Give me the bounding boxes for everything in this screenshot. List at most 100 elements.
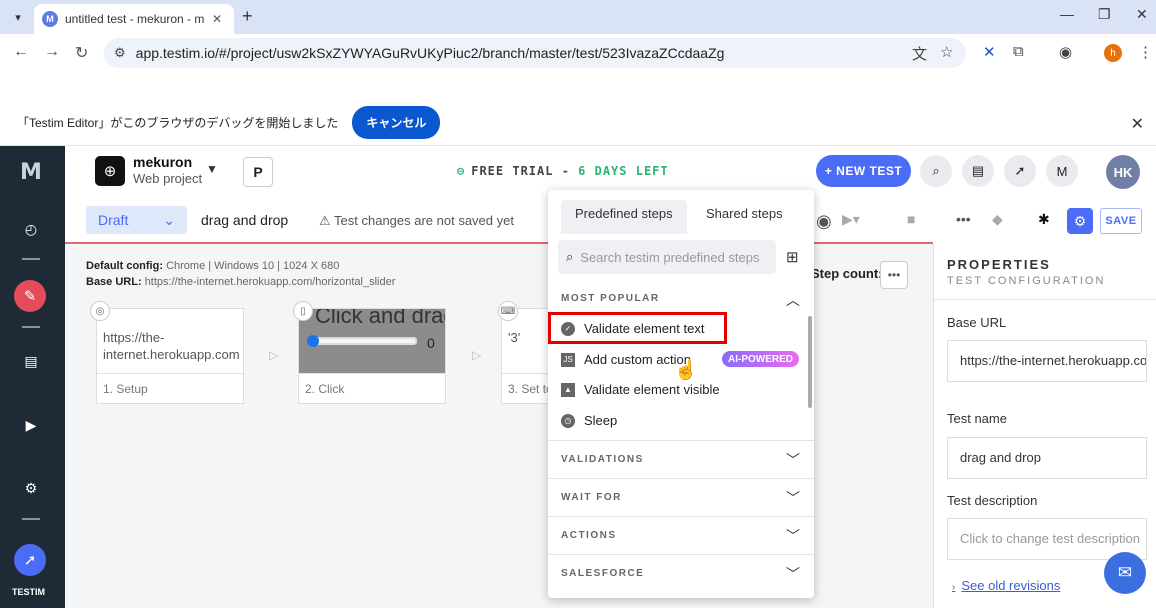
bookmark-star-icon[interactable]: ☆ xyxy=(940,43,953,61)
reload-icon[interactable]: ↻ xyxy=(75,43,88,63)
popup-tabs: Predefined steps Shared steps xyxy=(548,190,814,234)
debug-banner-text: 「Testim Editor」がこのブラウザのデバッグを開始しました xyxy=(17,116,339,130)
section-salesforce[interactable]: SALESFORCE xyxy=(561,568,644,579)
section-wait-for[interactable]: WAIT FOR xyxy=(561,492,622,503)
settings-folder-icon[interactable]: ⚙ xyxy=(22,479,40,497)
default-config-value[interactable]: Chrome | Windows 10 | 1024 X 680 xyxy=(166,260,339,272)
browser-tab-bar: ▾ M untitled test - mekuron - mekuron ✕ … xyxy=(0,0,1156,34)
debug-cancel-button[interactable]: キャンセル xyxy=(352,106,441,139)
step-card-click[interactable]: Click and drag th 0 2. Click xyxy=(298,308,446,404)
editor-icon[interactable]: ✎ xyxy=(14,280,46,312)
chevron-down-icon[interactable]: ﹀ xyxy=(786,488,800,508)
new-test-button[interactable]: + NEW TEST xyxy=(816,155,911,187)
extension-x-icon[interactable]: ✕ xyxy=(983,43,996,61)
chevron-down-icon[interactable]: ﹀ xyxy=(786,450,800,470)
save-button[interactable]: SAVE xyxy=(1100,208,1142,234)
stop-icon[interactable]: ■ xyxy=(907,211,915,227)
project-chevron-down-icon[interactable]: ▼ xyxy=(206,162,218,176)
section-divider xyxy=(548,516,814,517)
minimize-icon[interactable]: — xyxy=(1060,6,1074,22)
tag-icon[interactable]: ◆ xyxy=(992,211,1003,228)
test-list-icon[interactable]: ▤ xyxy=(22,352,40,370)
back-icon[interactable]: ← xyxy=(13,43,29,61)
step-card-setup[interactable]: https://the-internet.herokuapp.com 1. Se… xyxy=(96,308,244,404)
branch-button[interactable]: P xyxy=(243,157,273,187)
tab-search-icon[interactable]: ▾ xyxy=(8,7,28,27)
debug-close-icon[interactable]: ✕ xyxy=(1131,114,1144,134)
item-validate-element-visible[interactable]: ▲ Validate element visible xyxy=(561,382,720,397)
forward-icon[interactable]: → xyxy=(44,43,60,61)
unsaved-text: Test changes are not saved yet xyxy=(334,213,514,228)
tab-close-icon[interactable]: ✕ xyxy=(212,12,222,26)
tab-shared-steps[interactable]: Shared steps xyxy=(692,200,797,234)
bug-icon[interactable]: ✱ xyxy=(1038,211,1050,228)
step-search-box[interactable]: ⌕ xyxy=(558,240,776,274)
translate-icon[interactable]: 文 xyxy=(912,43,927,64)
dashboard-icon[interactable]: ◴ xyxy=(22,220,40,238)
chevron-up-icon[interactable]: ︿ xyxy=(786,290,800,310)
base-url: Base URL: https://the-internet.herokuapp… xyxy=(86,276,395,288)
browser-menu-icon[interactable]: ⋮ xyxy=(1138,43,1153,61)
canvas-more-button[interactable]: ••• xyxy=(880,261,908,289)
section-divider xyxy=(548,554,814,555)
chevron-down-icon[interactable]: ﹀ xyxy=(786,564,800,584)
more-options-icon[interactable]: ••• xyxy=(956,211,971,227)
step-body: https://the-internet.herokuapp.com xyxy=(103,330,240,362)
url-field[interactable]: ⚙ app.testim.io/#/project/usw2kSxZYWYAGu… xyxy=(104,38,966,68)
maximize-icon[interactable]: ❐ xyxy=(1098,6,1111,23)
new-tab-button[interactable]: + xyxy=(242,6,253,27)
item-label: Sleep xyxy=(584,413,618,428)
base-url-field-label: Base URL xyxy=(947,315,1007,330)
screenshot-text: Click and drag th xyxy=(315,309,445,328)
trial-icon: ⊖ xyxy=(457,164,466,178)
base-url-field[interactable]: https://the-internet.herokuapp.com/horiz… xyxy=(947,340,1147,382)
section-validations[interactable]: VALIDATIONS xyxy=(561,454,644,465)
runs-play-icon[interactable]: ▶ xyxy=(22,416,40,434)
run-play-icon[interactable]: ▶▾ xyxy=(842,211,860,228)
trial-label: FREE TRIAL - xyxy=(471,164,579,178)
sidebar-divider xyxy=(22,258,40,260)
base-url-value[interactable]: https://the-internet.herokuapp.com/horiz… xyxy=(145,276,396,288)
tab-title: untitled test - mekuron - mekuron xyxy=(65,12,205,26)
profile-avatar[interactable]: h xyxy=(1104,44,1122,62)
globe-icon[interactable]: ⊕ xyxy=(95,156,125,186)
chrome-icon: ◎ xyxy=(90,301,110,321)
free-trial-banner[interactable]: ⊖ FREE TRIAL - 6 DAYS LEFT xyxy=(457,164,669,178)
mekuron-org-icon[interactable]: M xyxy=(1046,155,1078,187)
search-icon[interactable]: ⌕ xyxy=(920,155,952,187)
step-search-input[interactable] xyxy=(580,249,761,265)
status-select[interactable]: Draft ⌄ xyxy=(86,206,187,234)
chevron-down-icon[interactable]: ﹀ xyxy=(786,526,800,546)
new-folder-icon[interactable]: ⊞ xyxy=(786,248,799,266)
tab-predefined-steps[interactable]: Predefined steps xyxy=(561,200,687,234)
item-label: Validate element visible xyxy=(584,382,720,397)
screenshot-slider-knob xyxy=(307,335,319,347)
item-sleep[interactable]: ◷ Sleep xyxy=(561,413,617,428)
site-settings-icon[interactable]: ⚙ xyxy=(114,45,126,61)
browser-tab[interactable]: M untitled test - mekuron - mekuron ✕ xyxy=(34,4,234,34)
docs-icon[interactable]: ▤ xyxy=(962,155,994,187)
chat-support-icon[interactable]: ✉ xyxy=(1104,552,1146,594)
section-actions[interactable]: ACTIONS xyxy=(561,530,617,541)
most-popular-header[interactable]: MOST POPULAR xyxy=(561,293,660,304)
properties-gear-icon[interactable]: ⚙ xyxy=(1067,208,1093,234)
testim-logo-icon[interactable]: M xyxy=(20,160,42,185)
old-revisions-link[interactable]: › See old revisions xyxy=(952,578,1060,593)
popup-scrollbar[interactable] xyxy=(808,316,812,408)
image-icon: ▲ xyxy=(561,382,575,397)
rocket-launch-icon[interactable]: ➚ xyxy=(1004,155,1036,187)
chevron-down-icon: ⌄ xyxy=(163,211,175,228)
rocket-icon[interactable]: ➚ xyxy=(14,544,46,576)
screenshot-slider xyxy=(309,337,417,345)
record-icon[interactable]: ◉ xyxy=(816,211,832,232)
project-name[interactable]: mekuron xyxy=(133,154,192,170)
item-add-custom-action[interactable]: JS Add custom action xyxy=(561,352,691,367)
test-name[interactable]: drag and drop xyxy=(201,212,288,228)
sidebar-divider xyxy=(22,518,40,520)
user-avatar[interactable]: HK xyxy=(1106,155,1140,189)
close-window-icon[interactable]: ✕ xyxy=(1136,6,1148,23)
media-icon[interactable]: ◉ xyxy=(1059,43,1072,61)
test-name-field[interactable]: drag and drop xyxy=(947,437,1147,479)
extensions-puzzle-icon[interactable]: ⧉ xyxy=(1013,43,1024,60)
chevron-right-icon: › xyxy=(952,582,956,593)
